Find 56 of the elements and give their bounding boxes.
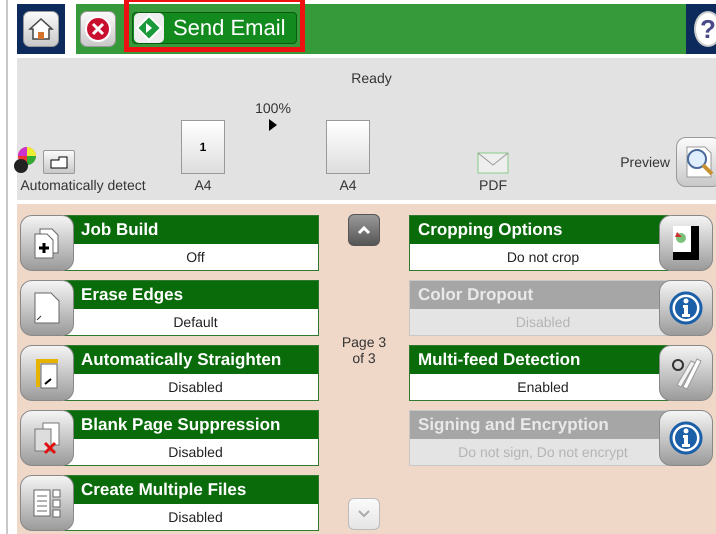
option-title: Color Dropout [410,281,668,309]
option-icon-button[interactable] [659,410,713,466]
original-size-label: A4 [194,177,212,193]
option-value: Disabled [65,439,318,465]
page-icon [33,291,61,325]
stop-button[interactable] [80,11,116,47]
home-button[interactable] [23,11,59,47]
output-page-thumbnail [326,120,370,174]
close-icon [84,15,112,43]
output-size-label: A4 [339,177,357,193]
option-value: Off [65,244,318,270]
option-title: Erase Edges [65,281,318,309]
status-text: Ready [351,70,392,86]
option-card[interactable]: Cropping Options Do not crop [409,215,669,271]
chevron-down-icon [357,509,371,519]
start-icon [133,12,165,44]
info-icon [669,421,703,455]
color-wheel-icon [13,146,39,174]
option-value: Do not crop [410,244,668,270]
option-card[interactable]: Create Multiple Files Disabled [64,475,319,531]
option-card[interactable]: Blank Page Suppression Disabled [64,410,319,466]
info-icon [669,291,703,325]
option-title: Create Multiple Files [65,476,318,504]
option-card[interactable]: Job Build Off [64,215,319,271]
option-icon-button[interactable] [20,215,74,271]
home-icon [28,17,54,41]
option-value: Default [65,309,318,335]
option-card[interactable]: Multi-feed Detection Enabled [409,345,669,401]
option-value: Enabled [410,374,668,400]
option-icon-button[interactable] [659,215,713,271]
help-button[interactable]: ? [694,11,716,47]
orientation-icon [43,150,75,174]
file-type-label: PDF [479,177,507,193]
chevron-up-icon [357,225,371,235]
color-mode-label: Automatically detect [20,177,146,193]
option-icon-button[interactable] [659,345,713,401]
option-card[interactable]: Automatically Straighten Disabled [64,345,319,401]
original-page-thumbnail: 1 [181,120,225,174]
option-title: Blank Page Suppression [65,411,318,439]
option-title: Job Build [65,216,318,244]
preview-button[interactable] [676,137,716,187]
option-title: Signing and Encryption [410,411,668,439]
option-title: Automatically Straighten [65,346,318,374]
option-value: Disabled [65,504,318,530]
send-email-button[interactable]: Send Email [132,12,297,44]
scroll-up-button[interactable] [348,214,380,246]
option-value: Disabled [65,374,318,400]
option-icon-button[interactable] [659,280,713,336]
page-indicator: Page 3 of 3 [342,334,386,366]
scale-label: 100% [255,100,291,116]
option-card[interactable]: Erase Edges Default [64,280,319,336]
envelope-icon [477,152,509,174]
option-title: Cropping Options [410,216,668,244]
arrow-icon [269,119,277,131]
preview-label: Preview [620,154,670,170]
option-title: Multi-feed Detection [410,346,668,374]
